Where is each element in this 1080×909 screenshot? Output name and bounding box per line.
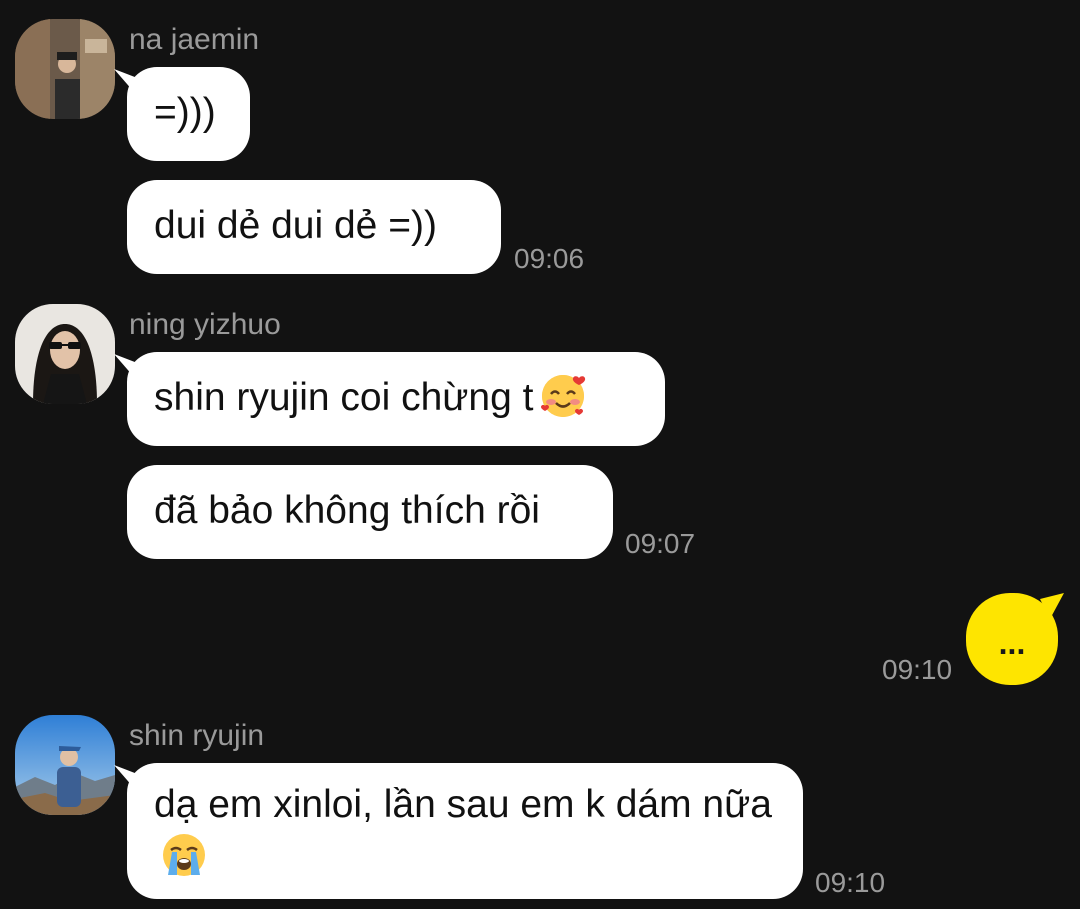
bubble-tail — [1040, 593, 1064, 619]
message-text: ... — [998, 625, 1026, 661]
smiling-face-with-hearts-icon — [539, 372, 587, 420]
message-text: shin ryujin coi chừng t — [154, 376, 534, 419]
message-bubble[interactable]: =))) — [127, 67, 250, 161]
loudly-crying-face-icon — [160, 831, 208, 879]
message-timestamp: 09:10 — [882, 654, 953, 685]
message-text: dui dẻ dui dẻ =)) — [154, 204, 437, 247]
message-timestamp: 09:06 — [514, 243, 585, 274]
chat-thread: na jaemin =))) dui dẻ dui dẻ =)) 09:06 n… — [0, 0, 1080, 909]
sender-avatar[interactable] — [15, 715, 115, 815]
message-bubble[interactable]: shin ryujin coi chừng t — [127, 352, 665, 446]
message-timestamp: 09:10 — [815, 867, 886, 898]
message-text: dạ em xinloi, lần sau em k dám nữa — [154, 783, 772, 826]
avatar-photo-ning-yizhuo — [15, 304, 115, 404]
message-text: =))) — [154, 91, 216, 134]
message-text: đã bảo không thích rồi — [154, 489, 540, 532]
message-bubble[interactable]: đã bảo không thích rồi — [127, 465, 613, 559]
message-bubble[interactable]: dui dẻ dui dẻ =)) — [127, 180, 501, 274]
sender-name: na jaemin — [129, 23, 260, 56]
avatar-photo-na-jaemin — [15, 19, 115, 119]
avatar-photo-shin-ryujin — [15, 715, 115, 815]
sender-avatar[interactable] — [15, 19, 115, 119]
message-bubble[interactable]: dạ em xinloi, lần sau em k dám nữa — [127, 763, 803, 899]
message-timestamp: 09:07 — [625, 528, 696, 559]
sender-name: shin ryujin — [129, 719, 265, 752]
sender-name: ning yizhuo — [129, 308, 281, 341]
sender-avatar[interactable] — [15, 304, 115, 404]
